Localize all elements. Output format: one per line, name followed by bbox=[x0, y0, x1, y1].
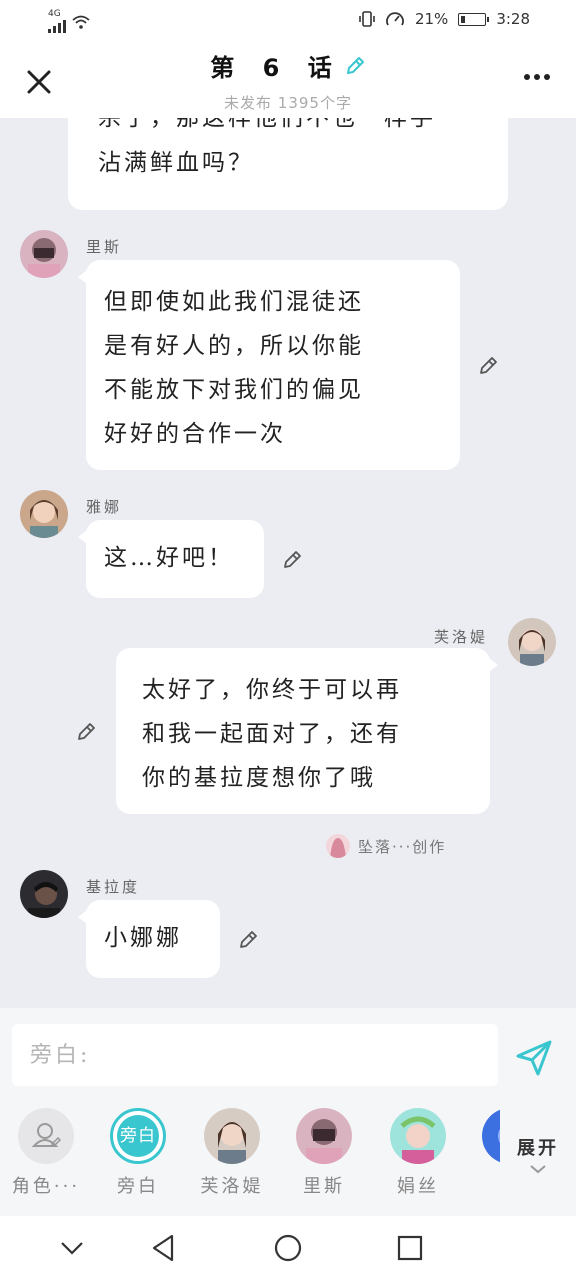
role-avatar bbox=[204, 1108, 260, 1164]
role-selector: 角色··· 旁白 旁白 芙洛媞 里斯 娟丝 bbox=[0, 1100, 576, 1216]
role-label: 芙洛媞 bbox=[200, 1176, 264, 1197]
role-manage[interactable]: 角色··· bbox=[6, 1108, 86, 1198]
expand-label: 展开 bbox=[517, 1138, 559, 1159]
creator-avatar bbox=[326, 834, 350, 858]
role-avatar bbox=[390, 1108, 446, 1164]
chapter-title-text: 第 6 话 bbox=[210, 54, 342, 82]
role-avatar bbox=[296, 1108, 352, 1164]
role-person-icon bbox=[18, 1108, 74, 1164]
role-label: 娟丝 bbox=[397, 1176, 439, 1197]
recents-icon[interactable] bbox=[392, 1230, 428, 1266]
edit-message-icon[interactable] bbox=[76, 720, 98, 742]
more-options-button[interactable] bbox=[524, 74, 550, 80]
creator-tag[interactable]: 坠落···创作 bbox=[326, 834, 446, 858]
chat-area[interactable]: 杀了，那这样他们不也一样手 沾满鲜血吗？ 里斯 但即使如此我们混徒还 是有好人的… bbox=[0, 118, 576, 1008]
message-line: 是有好人的，所以你能 bbox=[104, 333, 364, 359]
role-character[interactable]: 娟丝 bbox=[378, 1108, 458, 1198]
message-line: 你的基拉度想你了哦 bbox=[142, 765, 376, 791]
top-bar: 第 6 话 未发布 1395个字 bbox=[0, 40, 576, 118]
message-line: 和我一起面对了，还有 bbox=[142, 721, 402, 747]
hide-keyboard-icon[interactable] bbox=[54, 1230, 90, 1266]
creator-label: 坠落···创作 bbox=[358, 837, 447, 856]
message-line: 杀了，那这样他们不也一样手 bbox=[98, 118, 436, 131]
avatar[interactable] bbox=[508, 618, 556, 666]
status-left: 4G bbox=[48, 10, 90, 33]
message-line: 沾满鲜血吗？ bbox=[98, 150, 254, 176]
status-right: 21% 3:28 bbox=[359, 10, 530, 28]
edit-message-icon[interactable] bbox=[282, 548, 304, 570]
speaker-name: 基拉度 bbox=[86, 878, 141, 896]
message-line: 但即使如此我们混徒还 bbox=[104, 289, 364, 315]
title-area: 第 6 话 bbox=[0, 48, 576, 83]
send-icon[interactable] bbox=[514, 1038, 554, 1078]
role-character[interactable]: 里斯 bbox=[284, 1108, 364, 1198]
status-bar: 4G 21% 3:28 bbox=[0, 0, 576, 40]
message-line: 好好的合作一次 bbox=[104, 421, 286, 447]
message-bubble[interactable]: 小娜娜 bbox=[78, 900, 220, 978]
narration-badge: 旁白 bbox=[110, 1108, 166, 1164]
expand-button[interactable]: 展开 bbox=[500, 1100, 576, 1216]
chevron-down-icon bbox=[530, 1165, 546, 1174]
message-bubble[interactable]: 杀了，那这样他们不也一样手 沾满鲜血吗？ bbox=[68, 118, 508, 210]
role-label: 旁白 bbox=[117, 1176, 159, 1197]
edit-message-icon[interactable] bbox=[238, 928, 260, 950]
clock: 3:28 bbox=[496, 10, 530, 28]
role-narration[interactable]: 旁白 旁白 bbox=[98, 1108, 178, 1198]
home-icon[interactable] bbox=[270, 1230, 306, 1266]
speaker-name: 里斯 bbox=[86, 238, 123, 256]
speaker-name: 芙洛媞 bbox=[434, 628, 489, 646]
role-character[interactable]: 芙洛媞 bbox=[192, 1108, 272, 1198]
narration-badge-text: 旁白 bbox=[117, 1115, 159, 1157]
chapter-title[interactable]: 第 6 话 bbox=[210, 48, 365, 83]
wifi-icon bbox=[72, 15, 90, 29]
system-nav-bar bbox=[0, 1216, 576, 1280]
role-label: 角色··· bbox=[11, 1176, 81, 1197]
network-type: 4G bbox=[48, 9, 61, 19]
vibrate-icon bbox=[359, 11, 375, 27]
role-label: 里斯 bbox=[303, 1176, 345, 1197]
speaker-name: 雅娜 bbox=[86, 498, 123, 516]
avatar[interactable] bbox=[20, 490, 68, 538]
message-line: 小娜娜 bbox=[104, 925, 182, 951]
message-bubble[interactable]: 太好了，你终于可以再 和我一起面对了，还有 你的基拉度想你了哦 bbox=[116, 648, 498, 814]
avatar[interactable] bbox=[20, 870, 68, 918]
battery-icon bbox=[458, 12, 490, 26]
message-line: 不能放下对我们的偏见 bbox=[104, 377, 364, 403]
speed-icon bbox=[386, 12, 404, 26]
message-bubble[interactable]: 但即使如此我们混徒还 是有好人的，所以你能 不能放下对我们的偏见 好好的合作一次 bbox=[78, 260, 460, 470]
message-bubble[interactable]: 这…好吧！ bbox=[78, 520, 264, 598]
message-input[interactable] bbox=[12, 1024, 498, 1086]
message-line: 这…好吧！ bbox=[104, 545, 234, 571]
battery-percent: 21% bbox=[414, 10, 449, 28]
message-line: 太好了，你终于可以再 bbox=[142, 677, 402, 703]
publish-status: 未发布 1395个字 bbox=[224, 94, 352, 112]
signal-icon bbox=[48, 19, 66, 33]
edit-title-icon[interactable] bbox=[344, 55, 366, 77]
edit-message-icon[interactable] bbox=[478, 354, 500, 376]
composer bbox=[0, 1008, 576, 1100]
avatar[interactable] bbox=[20, 230, 68, 278]
back-icon[interactable] bbox=[146, 1230, 182, 1266]
